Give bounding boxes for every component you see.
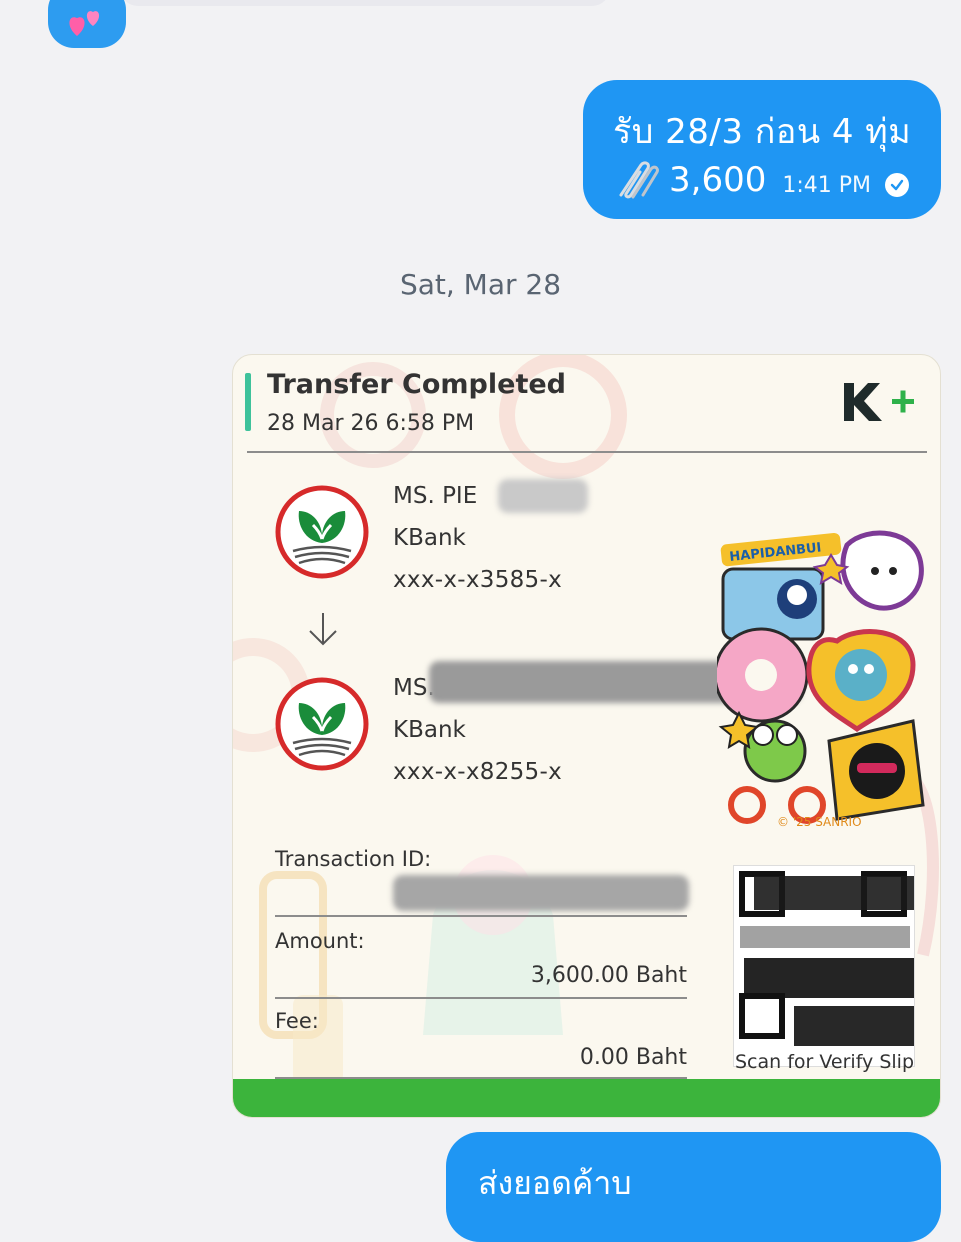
message-text: รับ 28/3 ก่อน 4 ทุ่ม	[613, 112, 912, 152]
transaction-id-redaction	[393, 875, 689, 911]
sanrio-sticker-art: HAPIDANBUI	[717, 530, 925, 824]
kbank-logo-sender	[275, 485, 369, 579]
previous-incoming-bubble[interactable]	[120, 0, 610, 6]
amount-label: Amount:	[275, 929, 365, 953]
sender-bank: KBank	[393, 525, 466, 551]
field-divider	[275, 997, 687, 999]
header-divider	[247, 451, 927, 453]
slip-title: Transfer Completed	[267, 369, 566, 400]
title-accent-bar	[245, 373, 251, 431]
emoji-message-bubble[interactable]	[48, 0, 126, 48]
fee-label: Fee:	[275, 1009, 319, 1033]
amount-value: 3,600.00 Baht	[530, 963, 687, 988]
arrow-down-icon	[309, 613, 337, 646]
message-time: 1:41 PM	[782, 172, 871, 198]
slip-footer-bar	[233, 1079, 940, 1117]
date-separator: Sat, Mar 28	[399, 268, 562, 301]
two-hearts-icon	[69, 11, 100, 36]
read-check-icon	[885, 173, 909, 197]
transaction-id-label: Transaction ID:	[275, 847, 432, 871]
message-text: ส่งยอดค้าบ	[478, 1164, 632, 1202]
sender-name: MS. PIE	[393, 483, 478, 509]
verify-qr-code	[733, 865, 915, 1067]
qr-caption: Scan for Verify Slip	[735, 1051, 915, 1073]
kplus-logo	[844, 383, 914, 421]
paperclip-icon	[619, 161, 659, 199]
outgoing-message-bubble-2[interactable]: ส่งยอดค้าบ	[446, 1132, 941, 1242]
message-amount: 3,600	[669, 160, 767, 200]
transfer-slip-image[interactable]: Transfer Completed 28 Mar 26 6:58 PM MS.…	[232, 354, 941, 1118]
receiver-bank: KBank	[393, 717, 466, 743]
receiver-account: xxx-x-x8255-x	[393, 759, 562, 785]
kbank-logo-receiver	[275, 677, 369, 771]
slip-datetime: 28 Mar 26 6:58 PM	[267, 411, 475, 436]
sender-account: xxx-x-x3585-x	[393, 567, 562, 593]
fee-value: 0.00 Baht	[579, 1045, 687, 1070]
outgoing-message-bubble[interactable]: รับ 28/3 ก่อน 4 ทุ่ม 3,600 1:41 PM	[583, 80, 941, 219]
copyright-text: © '25 SANRIO	[777, 815, 862, 829]
field-divider	[275, 915, 687, 917]
sender-name-redaction	[498, 479, 588, 513]
